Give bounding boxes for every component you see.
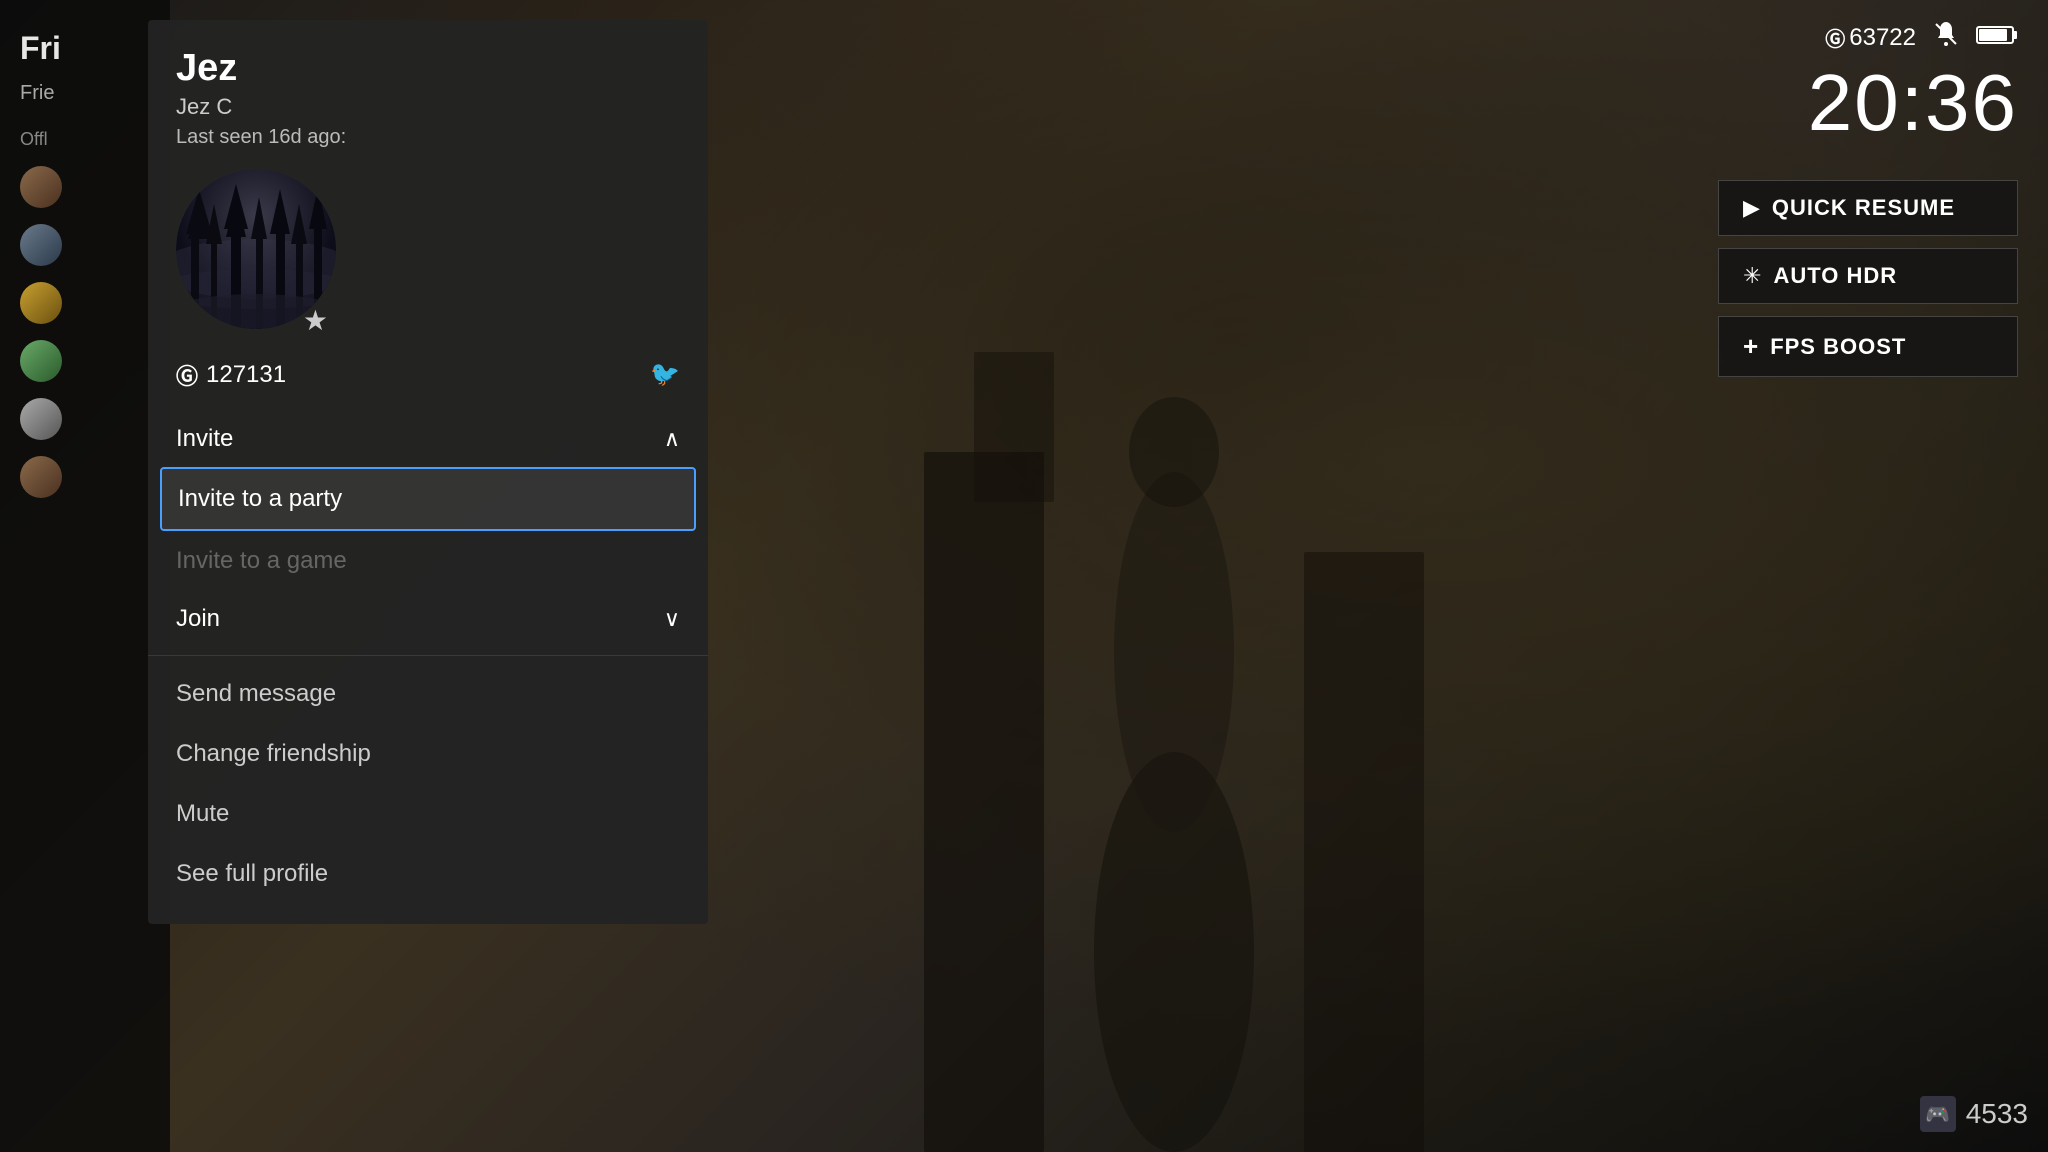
list-item[interactable] [0, 390, 170, 448]
avatar [20, 456, 62, 498]
bottom-right-badge: 🎮 4533 [1920, 1096, 2028, 1132]
join-section-header[interactable]: Join ∨ [148, 591, 708, 647]
menu-divider [148, 655, 708, 656]
invite-section: Invite ∧ Invite to a party Invite to a g… [148, 411, 708, 591]
send-message-button[interactable]: Send message [160, 664, 696, 724]
sidebar-subtitle: Frie [0, 77, 170, 125]
fps-boost-button[interactable]: + FPS BOOST [1718, 316, 2018, 377]
hud-status-bar: Ⓖ 63722 [1808, 20, 2018, 55]
avatar [20, 224, 62, 266]
avatar [20, 166, 62, 208]
badge-number: 4533 [1966, 1098, 2028, 1130]
gamerscore-value: 127131 [206, 361, 286, 389]
fps-boost-label: FPS BOOST [1770, 334, 1906, 360]
hud-gamerscore-value: 63722 [1849, 24, 1916, 52]
fps-boost-icon: + [1743, 331, 1758, 362]
hud-gamerscore-icon: Ⓖ [1825, 23, 1845, 52]
system-clock: 20:36 [1808, 63, 2018, 143]
profile-avatar-large: ★ [176, 169, 336, 329]
invite-to-game-button[interactable]: Invite to a game [160, 531, 696, 591]
avatar [20, 282, 62, 324]
mute-button[interactable]: Mute [160, 784, 696, 844]
gamerscore: Ⓖ 127131 [176, 359, 286, 391]
join-section-title: Join [176, 605, 220, 633]
invite-section-header[interactable]: Invite ∧ [148, 411, 708, 467]
game-figure [924, 252, 1424, 1152]
hdr-icon: ✳ [1743, 263, 1761, 289]
profile-header: Jez Jez C Last seen 16d ago: [148, 20, 708, 169]
quick-resume-button[interactable]: ▶ QUICK RESUME [1718, 180, 2018, 236]
play-icon: ▶ [1743, 195, 1760, 221]
invite-section-title: Invite [176, 425, 233, 453]
invite-chevron-icon: ∧ [664, 426, 680, 452]
sidebar-overlay: Fri Frie Offl [0, 0, 170, 1152]
twitter-icon[interactable]: 🐦 [650, 360, 680, 389]
favorite-star-icon[interactable]: ★ [303, 304, 328, 337]
sidebar-title: Fri [0, 0, 170, 77]
see-full-profile-button[interactable]: See full profile [160, 844, 696, 904]
list-item[interactable] [0, 216, 170, 274]
profile-avatar-area: ★ [148, 169, 708, 349]
change-friendship-button[interactable]: Change friendship [160, 724, 696, 784]
profile-last-seen: Last seen 16d ago: [176, 126, 680, 149]
invite-items: Invite to a party Invite to a game [148, 467, 708, 591]
invite-to-party-button[interactable]: Invite to a party [160, 467, 696, 531]
join-section: Join ∨ [148, 591, 708, 647]
notifications-muted-icon [1932, 20, 1960, 55]
offline-label: Offl [0, 125, 170, 158]
auto-hdr-label: AUTO HDR [1773, 263, 1897, 289]
menu-items: Send message Change friendship Mute See … [148, 664, 708, 904]
gamerscore-row: Ⓖ 127131 🐦 [148, 349, 708, 411]
auto-hdr-button[interactable]: ✳ AUTO HDR [1718, 248, 2018, 304]
join-chevron-icon: ∨ [664, 606, 680, 632]
list-item[interactable] [0, 274, 170, 332]
avatar [20, 398, 62, 440]
battery-icon [1976, 22, 2018, 53]
gamerscore-icon: Ⓖ [176, 359, 198, 391]
list-item[interactable] [0, 448, 170, 506]
avatar [20, 340, 62, 382]
list-item[interactable] [0, 158, 170, 216]
list-item[interactable] [0, 332, 170, 390]
quick-actions: ▶ QUICK RESUME ✳ AUTO HDR + FPS BOOST [1718, 180, 2018, 377]
quick-resume-label: QUICK RESUME [1772, 195, 1955, 221]
hud: Ⓖ 63722 20:36 [1808, 20, 2018, 143]
profile-username: Jez [176, 48, 680, 90]
profile-panel: Jez Jez C Last seen 16d ago: [148, 20, 708, 924]
hud-gamerscore: Ⓖ 63722 [1825, 23, 1916, 52]
profile-gamertag: Jez C [176, 94, 680, 120]
xbox-controller-icon: 🎮 [1920, 1096, 1956, 1132]
